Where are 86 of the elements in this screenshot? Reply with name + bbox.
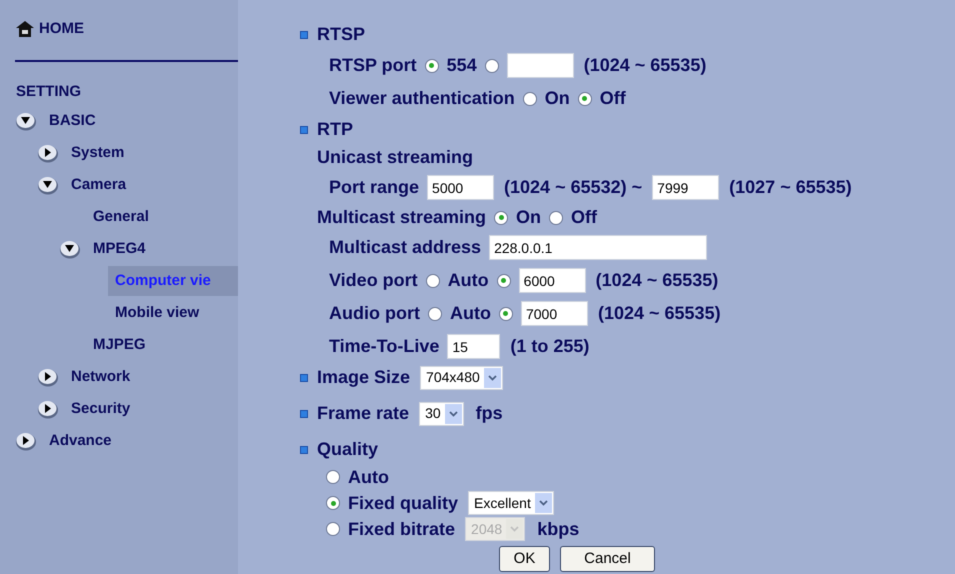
radio-button[interactable] (326, 470, 340, 484)
dropdown[interactable]: 704x480 (420, 366, 503, 390)
radio-label: Off (600, 87, 626, 110)
field-label: Unicast streaming (317, 146, 474, 169)
field-label: Port range (329, 176, 420, 199)
range-hint: (1024 ~ 65532) ~ (504, 176, 642, 199)
sidebar-item[interactable]: Security (64, 394, 238, 424)
home-icon (15, 20, 35, 38)
radio-label: 554 (446, 54, 477, 77)
input-field[interactable]: 6000 (518, 268, 586, 293)
range-hint: fps (476, 402, 503, 425)
chevron-down-icon (448, 410, 458, 416)
input-field[interactable]: 7999 (652, 175, 720, 200)
chevron-down-icon (488, 374, 497, 380)
form-button[interactable]: OK (499, 546, 550, 572)
section-title: Frame rate (317, 402, 410, 425)
radio-button[interactable] (484, 58, 499, 72)
sidebar-item[interactable]: MJPEG (86, 330, 238, 360)
dropdown[interactable]: 30 (419, 402, 464, 426)
range-hint: (1024 ~ 65535) (596, 269, 718, 292)
radio-button[interactable] (496, 274, 511, 288)
radio-button[interactable] (578, 92, 592, 106)
radio-label: Off (571, 206, 598, 229)
sidebar-item[interactable]: Advance (42, 426, 238, 456)
radio-button[interactable] (424, 58, 439, 72)
section-title: RTP (317, 118, 353, 141)
radio-button[interactable] (549, 210, 564, 224)
field-label: Audio port (329, 302, 420, 325)
sidebar-item[interactable]: MPEG4 (86, 234, 238, 264)
input-field[interactable]: 228.0.0.1 (489, 235, 708, 260)
radio-label: Fixed bitrate (348, 518, 456, 540)
range-hint: (1 to 255) (510, 335, 590, 358)
range-hint: kbps (537, 518, 580, 541)
radio-label: Auto (348, 466, 389, 488)
radio-button[interactable] (426, 274, 440, 288)
dropdown[interactable]: Excellent (468, 491, 554, 515)
bullet-icon (300, 410, 308, 418)
range-hint: (1027 ~ 65535) (729, 176, 852, 199)
right-arrow-icon (37, 143, 59, 163)
right-arrow-icon (15, 431, 37, 451)
section-title: Image Size (317, 366, 410, 389)
radio-button[interactable] (326, 496, 340, 510)
down-arrow-icon (15, 111, 37, 131)
down-arrow-icon (59, 239, 81, 259)
radio-label: Auto (450, 302, 491, 325)
radio-button[interactable] (494, 210, 508, 224)
input-field[interactable]: 5000 (427, 175, 494, 200)
range-hint: (1024 ~ 65535) (598, 302, 721, 325)
home-link[interactable]: HOME (39, 18, 84, 40)
input-field[interactable] (506, 53, 574, 78)
radio-button[interactable] (428, 306, 442, 320)
radio-button[interactable] (522, 92, 537, 106)
sidebar-item[interactable]: Network (64, 362, 238, 392)
chevron-down-icon (510, 526, 520, 532)
right-arrow-icon (37, 399, 59, 419)
right-arrow-icon (37, 367, 59, 387)
radio-label: On (544, 87, 570, 110)
chevron-down-icon (538, 500, 548, 506)
radio-label: Fixed quality (348, 492, 458, 515)
section-title: Quality (317, 438, 378, 461)
section-heading: SETTING (15, 82, 82, 102)
section-title: RTSP (317, 23, 366, 46)
field-label: Multicast streaming (317, 206, 486, 229)
bullet-icon (300, 126, 308, 134)
input-field[interactable]: 15 (447, 334, 500, 359)
bullet-icon (300, 30, 308, 38)
field-label: Viewer authentication (329, 87, 515, 110)
range-hint: (1024 ~ 65535) (584, 54, 706, 77)
sidebar-item[interactable]: General (86, 202, 238, 232)
radio-label: On (516, 206, 542, 229)
radio-button[interactable] (326, 522, 340, 536)
field-label: Video port (329, 269, 418, 292)
sidebar-item[interactable]: Camera (64, 170, 238, 200)
bullet-icon (300, 374, 308, 382)
down-arrow-icon (37, 175, 59, 195)
radio-button[interactable] (498, 306, 513, 320)
field-label: RTSP port (329, 54, 417, 77)
sidebar-item[interactable]: Mobile view (108, 298, 238, 328)
field-label: Multicast address (329, 236, 482, 259)
bullet-icon (300, 446, 308, 454)
input-field[interactable]: 7000 (520, 301, 588, 326)
form-button[interactable]: Cancel (560, 546, 655, 572)
radio-label: Auto (448, 269, 489, 292)
field-label: Time-To-Live (329, 335, 440, 358)
sidebar-item[interactable]: BASIC (42, 106, 238, 136)
sidebar-item[interactable]: System (64, 138, 238, 168)
